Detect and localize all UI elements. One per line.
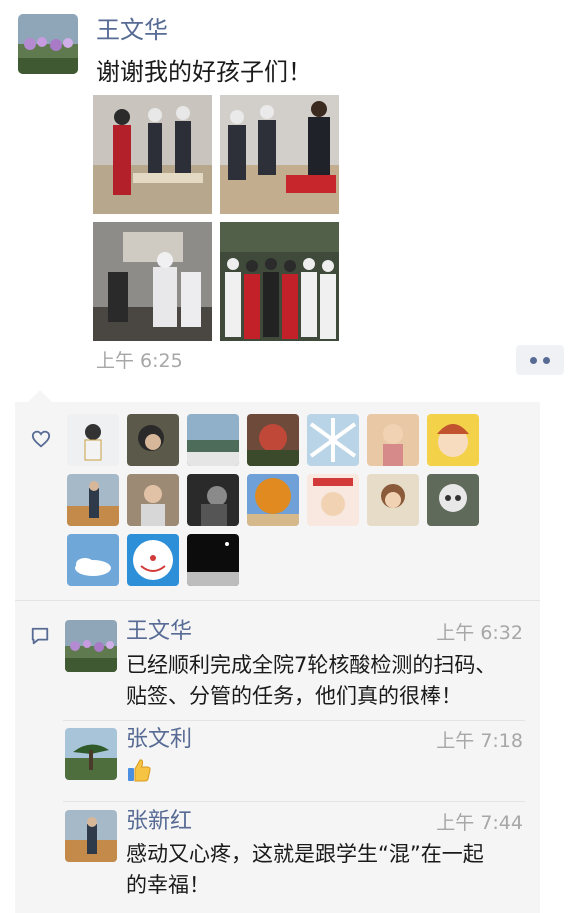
- heart-icon: [31, 430, 51, 448]
- liker-avatar[interactable]: [187, 534, 239, 586]
- liker-avatar[interactable]: [247, 474, 299, 526]
- liker-avatar[interactable]: [67, 414, 119, 466]
- liker-avatar[interactable]: [127, 534, 179, 586]
- comment-time: 上午 7:44: [436, 812, 523, 834]
- photo-grid: [93, 95, 339, 341]
- comment-separator: [63, 801, 525, 802]
- photo-2[interactable]: [220, 95, 339, 214]
- post-author-avatar[interactable]: [18, 14, 78, 74]
- comment-text-line: 的幸福！: [126, 873, 210, 897]
- comment-icon: [31, 627, 49, 645]
- liker-avatar[interactable]: [307, 414, 359, 466]
- liker-avatar[interactable]: [307, 474, 359, 526]
- comment-time: 上午 6:32: [436, 622, 523, 644]
- comment-avatar[interactable]: [65, 810, 117, 862]
- comment-author[interactable]: 张新红: [126, 808, 192, 836]
- more-dot-icon: [530, 356, 537, 364]
- liker-avatar[interactable]: [247, 414, 299, 466]
- comment-time: 上午 7:18: [436, 730, 523, 752]
- liker-avatar[interactable]: [127, 414, 179, 466]
- comment-author[interactable]: 张文利: [126, 726, 192, 754]
- more-actions-button[interactable]: [516, 345, 564, 375]
- comment-text-line: 已经顺利完成全院7轮核酸检测的扫码、: [126, 653, 497, 677]
- photo-1[interactable]: [93, 95, 212, 214]
- comment-separator: [63, 720, 525, 721]
- comment-avatar[interactable]: [65, 728, 117, 780]
- liker-avatar[interactable]: [427, 474, 479, 526]
- post-author-name[interactable]: 王文华: [96, 14, 168, 46]
- post-text: 谢谢我的好孩子们！: [96, 58, 312, 86]
- comment-text-line: 感动又心疼，这就是跟学生“混”在一起: [126, 842, 484, 866]
- more-dot-icon: [543, 356, 550, 364]
- comment-text-line: 贴签、分管的任务，他们真的很棒！: [126, 684, 462, 708]
- likes-comments-divider: [15, 600, 540, 601]
- comment-author[interactable]: 王文华: [126, 618, 192, 646]
- liker-avatar[interactable]: [67, 474, 119, 526]
- liker-avatar[interactable]: [427, 414, 479, 466]
- comment-avatar[interactable]: [65, 620, 117, 672]
- photo-3[interactable]: [93, 222, 212, 341]
- thumbs-up-icon: [128, 759, 151, 782]
- liker-avatar[interactable]: [67, 534, 119, 586]
- liker-avatar[interactable]: [187, 474, 239, 526]
- post-time: 上午 6:25: [96, 350, 183, 372]
- liker-avatar[interactable]: [367, 474, 419, 526]
- liker-avatar[interactable]: [367, 414, 419, 466]
- liker-avatar[interactable]: [187, 414, 239, 466]
- liker-avatar[interactable]: [127, 474, 179, 526]
- photo-4[interactable]: [220, 222, 339, 341]
- panel-arrow: [28, 390, 52, 402]
